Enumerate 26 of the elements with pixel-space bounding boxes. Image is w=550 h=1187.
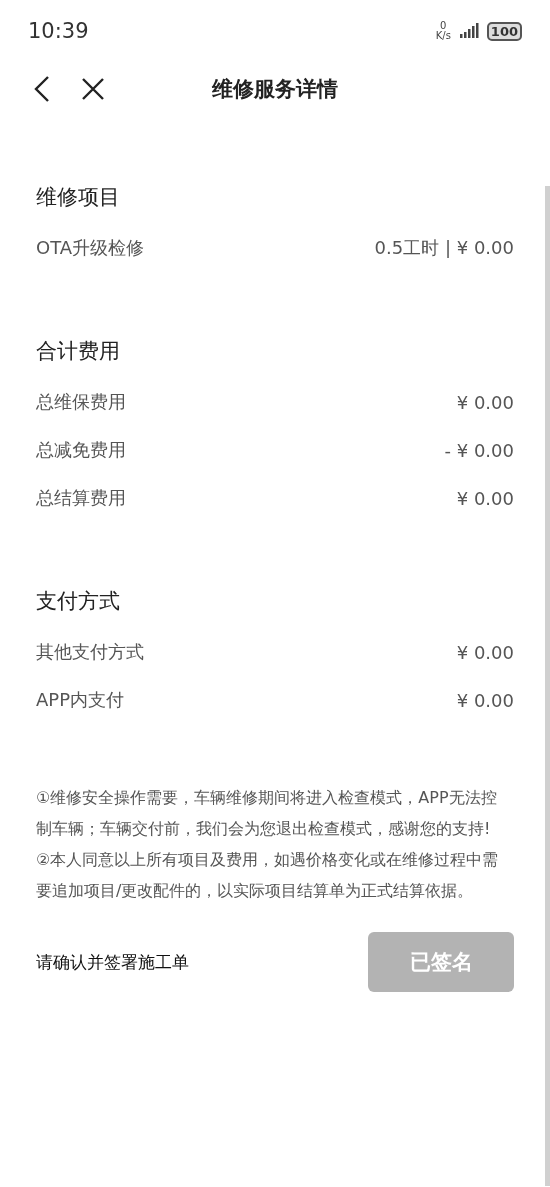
section-heading: 合计费用 [36,338,121,365]
back-icon[interactable] [34,76,50,102]
row-value: - ¥ 0.00 [444,439,514,461]
row-label: APP内支付 [36,688,125,712]
network-speed-unit: K/s [435,31,451,41]
status-time: 10:39 [28,19,89,43]
sign-prompt: 请确认并签署施工单 [36,950,189,974]
close-icon[interactable] [82,78,104,100]
network-speed-value: 0 [440,21,447,31]
notice-text: ①维修安全操作需要，车辆维修期间将进入检查模式，APP无法控制车辆；车辆交付前，我们会为您退出检查模式，感谢您的支持! [36,787,498,840]
row-value: ¥ 0.00 [456,641,514,663]
row-value: ¥ 0.00 [456,689,514,711]
row-label: 总结算费用 [36,486,126,510]
row-label: 总维保费用 [36,390,126,414]
row-label: OTA升级检修 [36,236,145,260]
signal-icon [458,23,479,39]
row-label: 总减免费用 [36,438,126,462]
page-title: 维修服务详情 [211,76,339,103]
row-value: ¥ 0.00 [456,391,514,413]
section-heading: 维修项目 [36,184,121,211]
section-heading: 支付方式 [36,588,121,615]
notice-text: ②本人同意以上所有项目及费用，如遇价格变化或在维修过程中需要追加项目/更改配件的，以实际项目结算单为正式结算依据。 [36,849,500,902]
row-label: 其他支付方式 [36,640,144,664]
battery-level: 100 [486,21,522,41]
row-value: 0.5工时 | ¥ 0.00 [374,236,514,260]
row-value: ¥ 0.00 [456,487,514,509]
